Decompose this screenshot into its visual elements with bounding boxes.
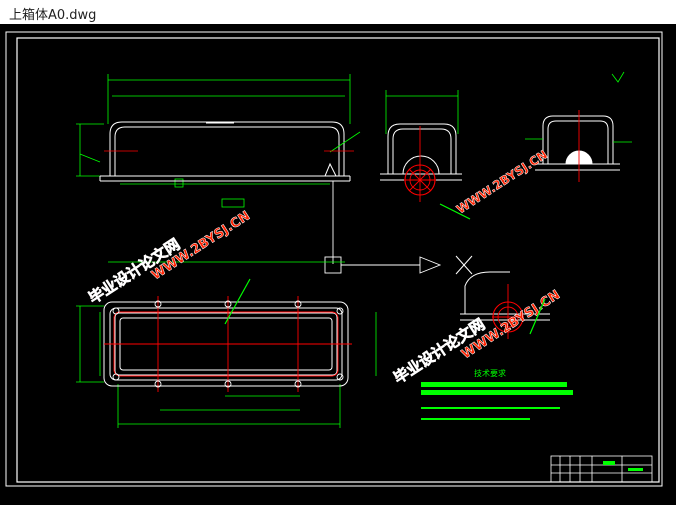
watermark-5: WWW.2BYSJ.CN xyxy=(454,147,550,217)
notes-heading: 技术要求 xyxy=(474,368,506,378)
watermark-site-3: WWW.2BYSJ.CN xyxy=(454,147,550,216)
front-view xyxy=(76,74,361,208)
window-titlebar: 上箱体A0.dwg xyxy=(0,0,676,25)
document-title: 上箱体A0.dwg xyxy=(9,8,97,23)
side-view xyxy=(380,90,462,202)
section-view xyxy=(525,71,632,182)
technical-notes: 技术要求 xyxy=(421,368,573,420)
cad-drawing[interactable]: 技术要求 毕业设计论文网 WWW.2BYSJ.CN 毕业设计论文网 WWW.2B… xyxy=(0,24,676,505)
inner-frame xyxy=(16,37,660,483)
outer-frame xyxy=(5,31,663,487)
title-block xyxy=(550,455,653,483)
drawing-canvas[interactable]: 技术要求 毕业设计论文网 WWW.2BYSJ.CN 毕业设计论文网 WWW.2B… xyxy=(0,24,676,505)
